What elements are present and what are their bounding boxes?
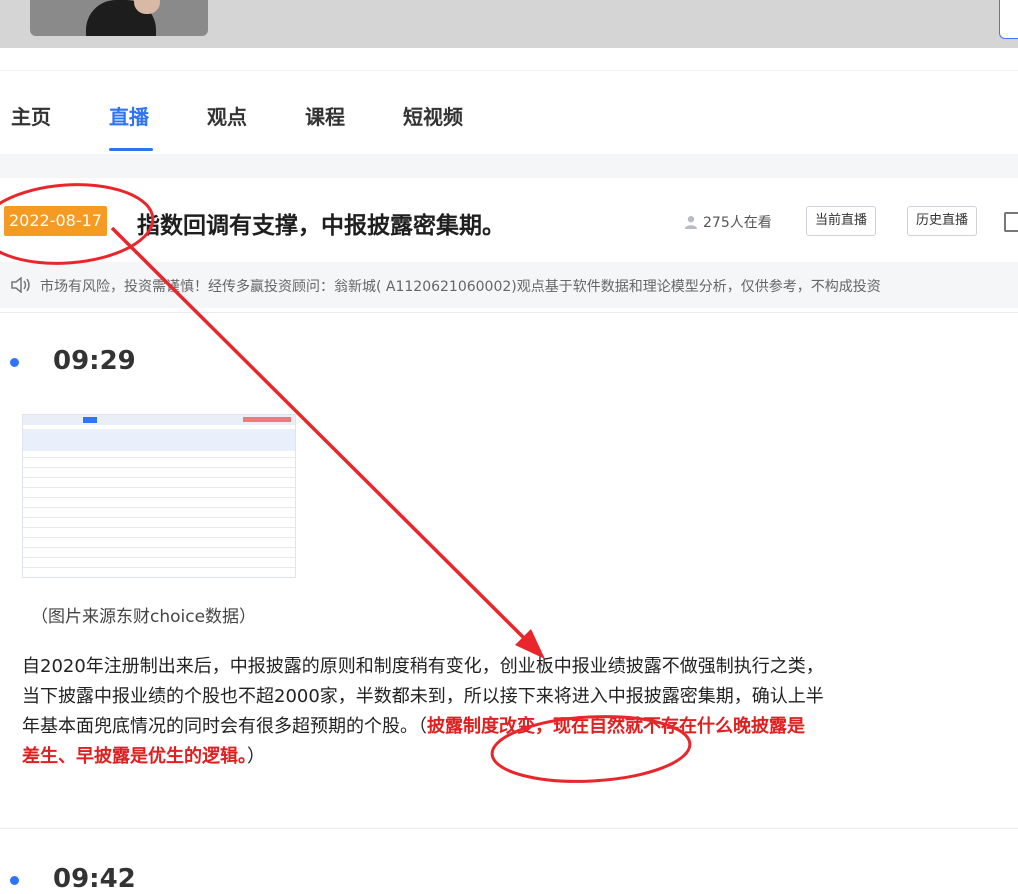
post-time: 09:42 — [53, 864, 136, 894]
section-gap — [0, 154, 1018, 178]
risk-notice-text: 市场有风险，投资需谨慎！经传多赢投资顾问：翁新城( A1120621060002… — [40, 279, 881, 295]
speaker-icon — [11, 277, 30, 293]
paragraph-line: 自2020年注册制出来后，中报披露的原则和制度稍有变化，创业板中报业绩披露不做强… — [22, 656, 824, 677]
highlight-text: 披露制度改变，现在自然就不存在什么晚披露是 — [427, 716, 805, 737]
paragraph-line: 年基本面兜底情况的同时会有很多超预期的个股。（披露制度改变，现在自然就不存在什么… — [22, 712, 1012, 742]
profile-banner — [0, 0, 1018, 48]
current-live-button[interactable]: 当前直播 — [806, 206, 877, 236]
tab-courses[interactable]: 课程 — [305, 101, 345, 130]
tab-short-videos[interactable]: 短视频 — [403, 101, 463, 130]
paragraph-text: ） — [247, 746, 265, 767]
date-badge: 2022-08-17 — [4, 206, 107, 236]
user-icon — [685, 216, 697, 229]
tab-live[interactable]: 直播 — [109, 101, 149, 130]
tab-viewpoints[interactable]: 观点 — [207, 101, 247, 130]
main-nav: 主页 直播 观点 课程 短视频 — [0, 70, 1018, 155]
history-live-button[interactable]: 历史直播 — [907, 206, 978, 236]
live-title: 指数回调有支撑，中报披露密集期。 — [137, 213, 505, 239]
post-paragraph: 自2020年注册制出来后，中报披露的原则和制度稍有变化，创业板中报业绩披露不做强… — [22, 652, 1012, 772]
viewer-count: 275人在看 — [684, 212, 772, 232]
paragraph-line: 差生、早披露是优生的逻辑。） — [22, 742, 1012, 772]
paragraph-line: 当下披露中报业绩的个股也不超2000家，半数都未到，所以接下来将进入中报披露密集… — [22, 686, 824, 707]
host-photo — [30, 0, 208, 36]
live-header: 2022-08-17 指数回调有支撑，中报披露密集期。 275人在看 当前直播 … — [0, 178, 1018, 262]
active-tab-indicator — [109, 148, 153, 151]
timeline-dot — [10, 876, 19, 885]
risk-notice-bar: 市场有风险，投资需谨慎！经传多赢投资顾问：翁新城( A1120621060002… — [0, 262, 1018, 308]
image-caption: （图片来源东财choice数据） — [31, 607, 257, 627]
paragraph-text: 年基本面兜底情况的同时会有很多超预期的个股。（ — [22, 716, 427, 737]
highlight-text: 差生、早披露是优生的逻辑。 — [22, 746, 247, 767]
post-time: 09:29 — [53, 346, 136, 376]
tab-home[interactable]: 主页 — [11, 101, 51, 130]
divider — [0, 828, 1018, 829]
timeline-dot — [10, 358, 19, 367]
banner-button-edge[interactable] — [999, 0, 1018, 39]
divider — [0, 312, 1018, 313]
fullscreen-icon[interactable] — [1004, 212, 1018, 232]
viewer-count-text: 275人在看 — [703, 215, 772, 231]
post-image[interactable] — [22, 414, 296, 578]
